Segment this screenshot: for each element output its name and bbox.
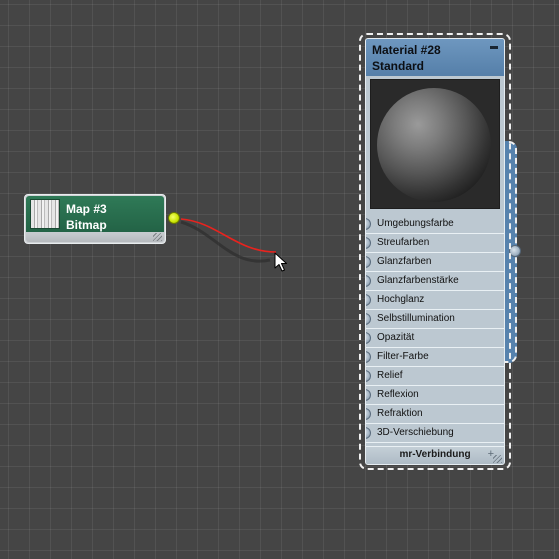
slot-row[interactable]: Umgebungsfarbe [366, 215, 504, 234]
slot-input-socket[interactable] [366, 389, 371, 401]
bitmap-thumbnail [30, 199, 60, 229]
material-node-header[interactable]: Material #28 Standard [366, 39, 504, 76]
bitmap-node-name: Map #3 [66, 202, 107, 216]
slot-input-socket[interactable] [366, 294, 371, 306]
slot-label: Filter-Farbe [377, 351, 429, 362]
slot-row[interactable]: Opazität [366, 329, 504, 348]
slot-input-socket[interactable] [366, 370, 371, 382]
bitmap-node-type: Bitmap [66, 218, 107, 232]
minus-icon[interactable] [490, 46, 498, 49]
slot-input-socket[interactable] [366, 218, 371, 230]
slot-input-socket[interactable] [366, 351, 371, 363]
slot-list: Umgebungsfarbe Streufarben Glanzfarben Glan… [366, 215, 504, 443]
wire-path [180, 218, 277, 253]
slot-label: Hochglanz [377, 294, 425, 305]
slot-input-socket[interactable] [366, 275, 371, 287]
slot-label: Refraktion [377, 408, 423, 419]
slot-input-socket[interactable] [366, 408, 371, 420]
slot-input-socket[interactable] [366, 313, 371, 325]
mr-connection-label: mr-Verbindung [399, 449, 471, 460]
slot-label: Reflexion [377, 389, 419, 400]
slot-row[interactable]: Hochglanz [366, 291, 504, 310]
material-node-name: Material #28 [372, 43, 441, 57]
slot-input-socket[interactable] [366, 427, 371, 439]
slot-label: Relief [377, 370, 403, 381]
slot-row[interactable]: Filter-Farbe [366, 348, 504, 367]
bitmap-node-header[interactable]: Map #3 Bitmap [26, 196, 164, 232]
preview-sphere [377, 88, 491, 202]
wire-shadow [180, 220, 271, 263]
bitmap-output-socket[interactable] [168, 212, 180, 224]
bitmap-node-title: Map #3 Bitmap [66, 201, 107, 233]
slot-row[interactable]: Glanzfarben [366, 253, 504, 272]
material-preview [370, 79, 500, 209]
slot-row[interactable]: 3D-Verschiebung [366, 424, 504, 443]
slot-row[interactable]: Selbstillumination [366, 310, 504, 329]
slot-label: Umgebungsfarbe [377, 218, 454, 229]
material-node-title: Material #28 Standard [372, 42, 441, 74]
slot-input-socket[interactable] [366, 256, 371, 268]
slot-row[interactable]: Glanzfarbenstärke [366, 272, 504, 291]
resize-grip-icon[interactable] [493, 455, 502, 463]
slot-input-socket[interactable] [366, 332, 371, 344]
slot-label: Selbstillumination [377, 313, 455, 324]
node-editor-canvas[interactable]: Map #3 Bitmap Material #28 Standard Umge… [0, 0, 559, 559]
slot-label: Opazität [377, 332, 415, 343]
slot-row[interactable]: Streufarben [366, 234, 504, 253]
arrow-cursor-icon [274, 252, 287, 272]
bitmap-node[interactable]: Map #3 Bitmap [24, 194, 166, 244]
slot-input-socket[interactable] [366, 237, 371, 249]
slot-label: Glanzfarben [377, 256, 432, 267]
material-node[interactable]: Material #28 Standard Umgebungsfarbe Stre… [365, 38, 505, 465]
slot-label: Glanzfarbenstärke [377, 275, 459, 286]
resize-grip-icon[interactable] [153, 233, 162, 241]
slot-label: Streufarben [377, 237, 430, 248]
material-node-footer[interactable]: mr-Verbindung + [366, 446, 504, 464]
bitmap-node-footer [26, 232, 164, 242]
slot-row[interactable]: Reflexion [366, 386, 504, 405]
slot-row[interactable]: Relief [366, 367, 504, 386]
material-node-type: Standard [372, 59, 425, 73]
slot-label: 3D-Verschiebung [377, 427, 454, 438]
slot-row[interactable]: Refraktion [366, 405, 504, 424]
